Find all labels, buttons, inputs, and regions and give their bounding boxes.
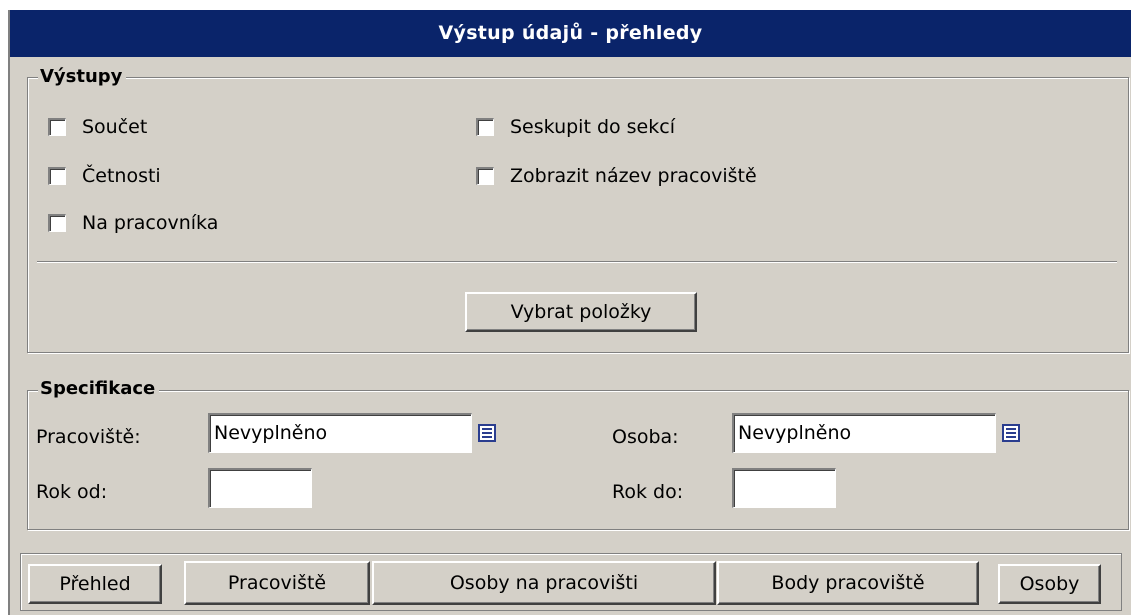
report-window: Výstup údajů - přehledy Výstupy Součet Č… (8, 10, 1131, 615)
spec-legend: Specifikace (38, 378, 160, 400)
workplace-points-button[interactable]: Body pracoviště (717, 561, 979, 605)
overview-button[interactable]: Přehled (28, 564, 162, 604)
workplace-label: Pracoviště: (36, 426, 141, 448)
outputs-legend: Výstupy (38, 66, 127, 88)
persons-at-workplace-button[interactable]: Osoby na pracovišti (372, 561, 716, 605)
select-items-button[interactable]: Vybrat položky (465, 292, 697, 332)
workplace-button[interactable]: Pracoviště (184, 561, 370, 605)
year-to-field[interactable] (732, 468, 836, 508)
workplace-field[interactable]: Nevyplněno (208, 413, 472, 453)
checkbox-seskupit[interactable]: Seskupit do sekcí (476, 116, 675, 138)
checkbox-zobrazit-label: Zobrazit název pracoviště (510, 165, 757, 187)
checkbox-zobrazit[interactable]: Zobrazit název pracoviště (476, 165, 757, 187)
checkbox-na-pracovnika-label: Na pracovníka (82, 212, 219, 234)
person-field[interactable]: Nevyplněno (732, 413, 996, 453)
outputs-divider (37, 261, 1117, 263)
persons-button[interactable]: Osoby (998, 564, 1101, 604)
checkbox-na-pracovnika[interactable]: Na pracovníka (48, 212, 218, 234)
list-picker-icon[interactable] (1002, 424, 1020, 442)
checkbox-soucet[interactable]: Součet (48, 116, 147, 138)
checkbox-zobrazit-box[interactable] (476, 167, 494, 185)
year-from-label: Rok od: (36, 481, 108, 503)
checkbox-soucet-box[interactable] (48, 118, 66, 136)
year-to-label: Rok do: (612, 481, 684, 503)
checkbox-seskupit-label: Seskupit do sekcí (510, 116, 675, 138)
checkbox-na-pracovnika-box[interactable] (48, 214, 66, 232)
list-picker-icon[interactable] (478, 424, 496, 442)
checkbox-seskupit-box[interactable] (476, 118, 494, 136)
person-label: Osoba: (612, 426, 679, 448)
window-title: Výstup údajů - přehledy (10, 10, 1131, 57)
checkbox-cetnosti-label: Četnosti (82, 165, 161, 187)
checkbox-soucet-label: Součet (82, 116, 148, 138)
spec-group (27, 390, 1129, 530)
checkbox-cetnosti-box[interactable] (48, 167, 66, 185)
checkbox-cetnosti[interactable]: Četnosti (48, 165, 161, 187)
year-from-field[interactable] (208, 468, 312, 508)
